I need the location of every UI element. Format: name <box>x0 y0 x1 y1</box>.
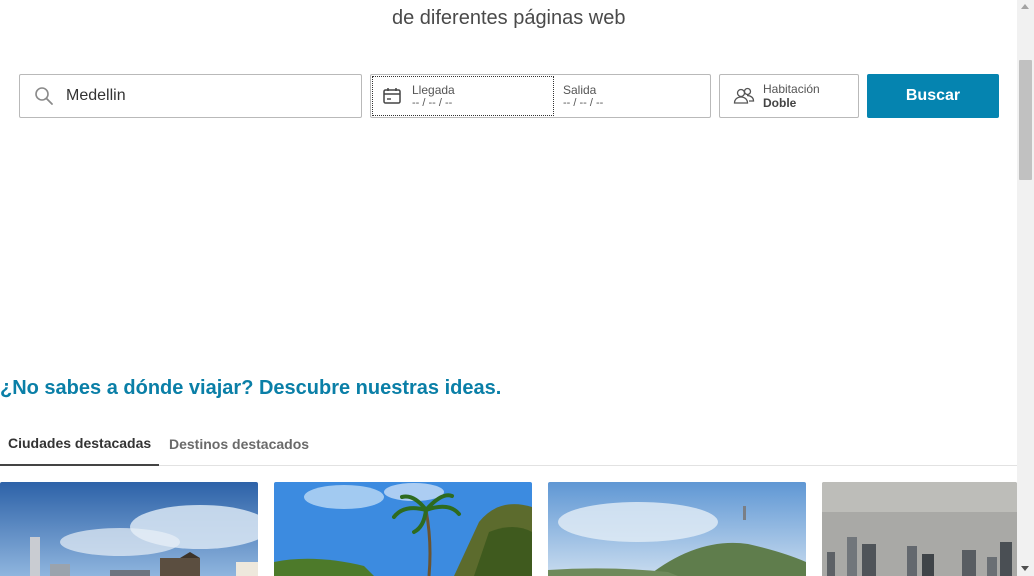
hero-subtitle: de diferentes páginas web <box>392 7 626 29</box>
room-label: Habitación <box>763 82 820 96</box>
scrollbar-thumb[interactable] <box>1019 60 1032 180</box>
room-value: Doble <box>763 96 797 110</box>
city-card[interactable] <box>274 482 532 576</box>
city-card-image <box>548 482 806 576</box>
checkout-value: -- / -- / -- <box>563 96 604 109</box>
users-icon <box>733 86 755 106</box>
checkout-field[interactable]: Salida -- / -- / -- <box>563 75 603 117</box>
search-button[interactable]: Buscar <box>867 74 999 118</box>
city-card-image <box>274 482 532 576</box>
scroll-down-icon[interactable] <box>1021 566 1029 571</box>
search-icon <box>34 86 54 106</box>
city-card[interactable] <box>548 482 806 576</box>
scroll-up-icon[interactable] <box>1021 4 1029 9</box>
tab-destinos-destacados[interactable]: Destinos destacados <box>161 422 317 466</box>
destination-field[interactable]: Medellin <box>19 74 362 118</box>
page-scrollbar[interactable] <box>1017 0 1034 576</box>
city-card-image <box>0 482 258 576</box>
city-card[interactable] <box>822 482 1017 576</box>
city-card[interactable] <box>0 482 258 576</box>
checkin-field[interactable]: Llegada -- / -- / -- <box>372 76 554 116</box>
checkout-label: Salida <box>563 82 597 97</box>
dates-field[interactable]: Llegada -- / -- / -- Salida -- / -- / -- <box>370 74 711 118</box>
checkin-label: Llegada <box>412 82 455 97</box>
ideas-heading: ¿No sabes a dónde viajar? Descubre nuest… <box>0 377 502 399</box>
checkin-value: -- / -- / -- <box>412 96 453 109</box>
destination-input[interactable]: Medellin <box>66 87 126 105</box>
calendar-icon <box>382 86 402 106</box>
ideas-tabs: Ciudades destacadas Destinos destacados <box>0 422 1017 466</box>
city-card-image <box>822 482 1017 576</box>
tab-ciudades-destacadas[interactable]: Ciudades destacadas <box>0 422 160 466</box>
room-selector[interactable]: Habitación Doble <box>719 74 859 118</box>
